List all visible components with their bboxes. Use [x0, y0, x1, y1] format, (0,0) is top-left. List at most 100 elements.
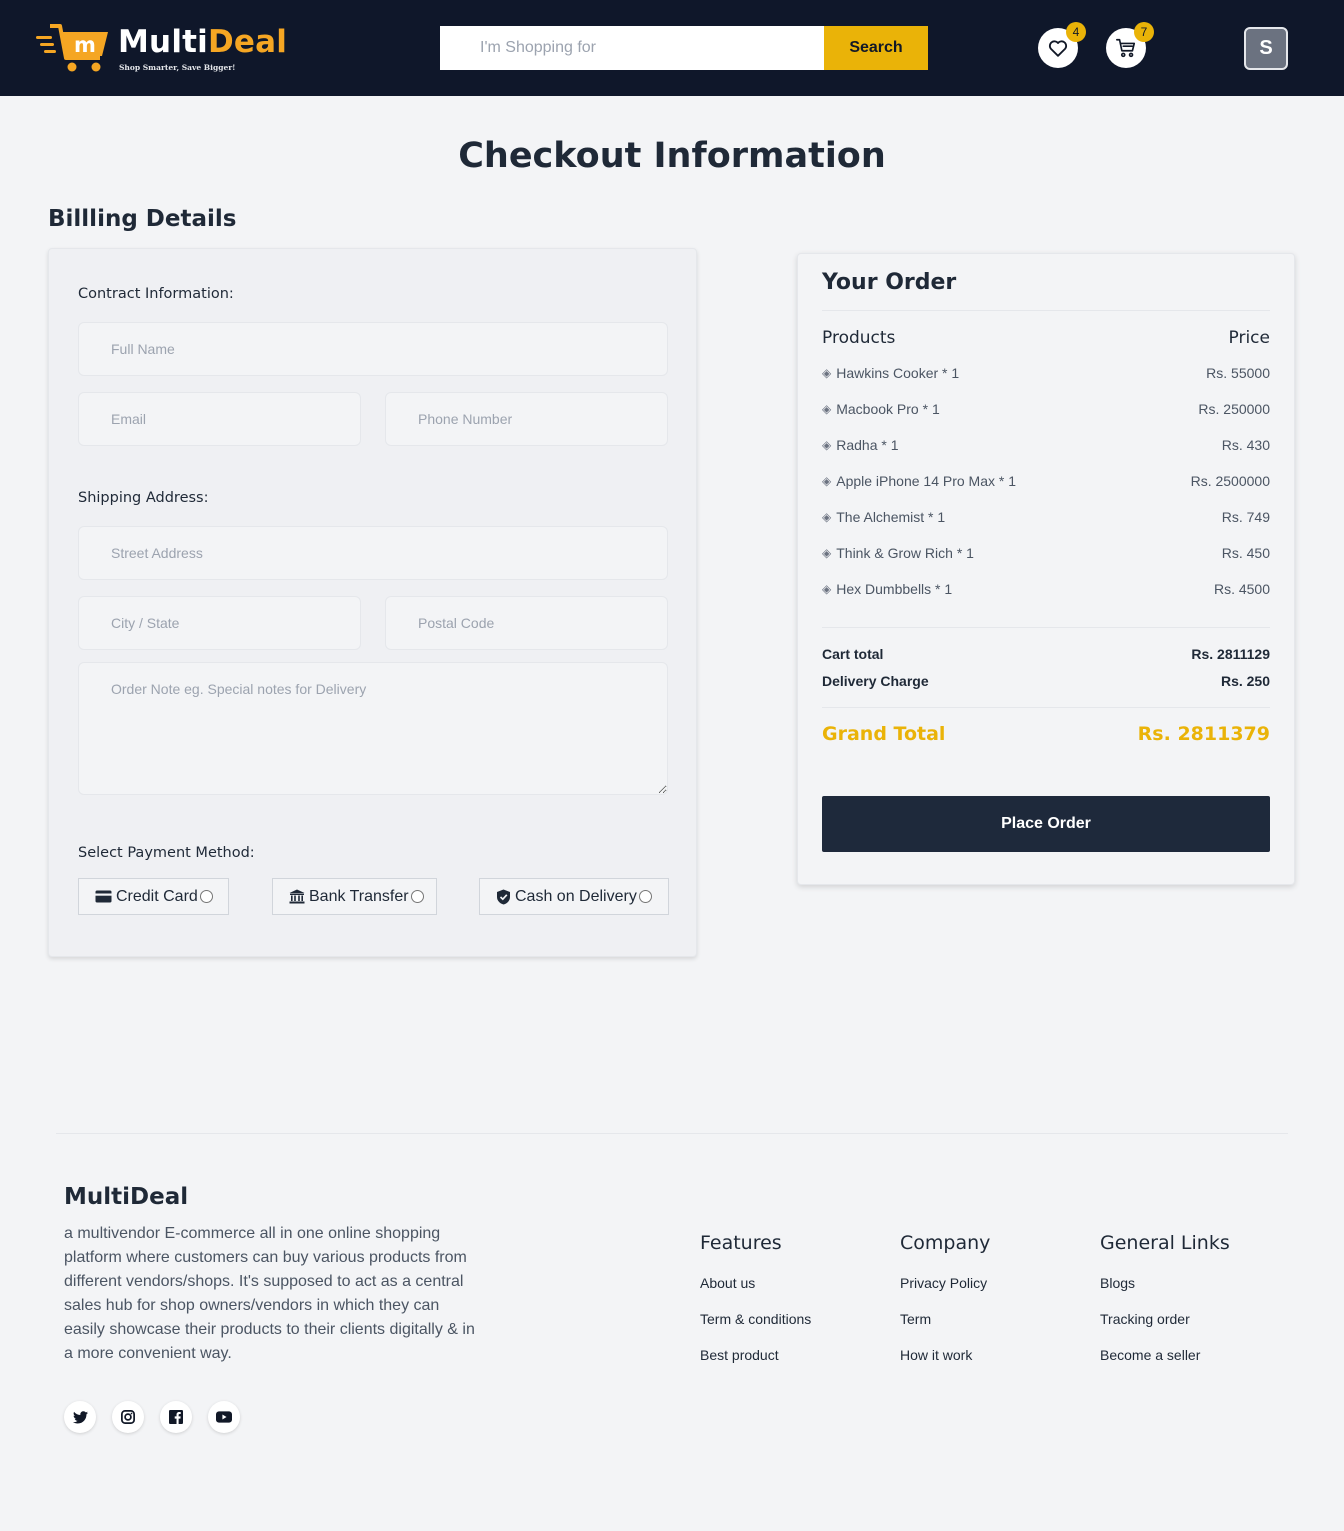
order-item-name: ◈ Hex Dumbbells * 1: [822, 581, 952, 597]
svg-text:m: m: [74, 33, 96, 57]
order-item-label: Hawkins Cooker * 1: [836, 365, 960, 381]
payment-method-label: Select Payment Method:: [78, 845, 255, 861]
divider: [822, 707, 1270, 708]
footer-description: a multivendor E-commerce all in one onli…: [64, 1225, 475, 1362]
cash-on-delivery-radio[interactable]: [638, 890, 652, 903]
footer-link[interactable]: Term: [900, 1311, 931, 1327]
cart-count-badge: 7: [1134, 22, 1154, 42]
logo-tagline: Shop Smarter, Save Bigger!: [119, 63, 236, 72]
footer-column-title: General Links: [1100, 1232, 1230, 1254]
footer-link[interactable]: About us: [700, 1275, 755, 1291]
twitter-icon: [72, 1410, 88, 1423]
footer-brand: MultiDeal: [64, 1184, 189, 1210]
logo-part-multi: Multi: [118, 24, 208, 60]
diamond-icon: ◈: [822, 366, 832, 380]
footer-link[interactable]: Become a seller: [1100, 1347, 1200, 1363]
logo-part-deal: Deal: [208, 24, 288, 60]
diamond-icon: ◈: [822, 402, 832, 416]
instagram-link[interactable]: [112, 1401, 144, 1433]
diamond-icon: ◈: [822, 510, 832, 524]
top-navbar: m MultiDeal Shop Smarter, Save Bigger! S…: [0, 0, 1344, 96]
cart-total-row: Cart total Rs. 2811129: [822, 646, 1270, 662]
twitter-link[interactable]: [64, 1401, 96, 1433]
order-item-label: Macbook Pro * 1: [836, 401, 940, 417]
site-logo[interactable]: m MultiDeal Shop Smarter, Save Bigger!: [36, 20, 316, 76]
credit-card-icon: [95, 890, 112, 903]
bank-transfer-radio[interactable]: [410, 890, 424, 903]
footer-link[interactable]: Tracking order: [1100, 1311, 1190, 1327]
city-state-field[interactable]: [78, 596, 361, 650]
facebook-link[interactable]: [160, 1401, 192, 1433]
delivery-charge-label: Delivery Charge: [822, 673, 929, 689]
order-item-price: Rs. 55000: [1206, 365, 1270, 381]
cart-total-value: Rs. 2811129: [1191, 646, 1270, 662]
search-bar: Search: [440, 26, 928, 70]
footer-link[interactable]: Term & conditions: [700, 1311, 811, 1327]
order-item-row: ◈ Hex Dumbbells * 1 Rs. 4500: [822, 581, 1270, 601]
instagram-icon: [121, 1410, 135, 1424]
order-item-name: ◈ Think & Grow Rich * 1: [822, 545, 974, 561]
footer-link[interactable]: Best product: [700, 1347, 779, 1363]
search-button[interactable]: Search: [824, 26, 928, 70]
order-item-price: Rs. 749: [1221, 509, 1270, 525]
credit-card-radio[interactable]: [199, 890, 213, 903]
payment-option-credit-card[interactable]: Credit Card: [78, 878, 229, 915]
heart-icon: [1048, 40, 1068, 57]
bank-icon: [289, 889, 305, 904]
cart-total-label: Cart total: [822, 646, 884, 662]
grand-total-label: Grand Total: [822, 723, 946, 745]
order-item-label: Radha * 1: [836, 437, 899, 453]
order-item-name: ◈ The Alchemist * 1: [822, 509, 945, 525]
phone-field[interactable]: [385, 392, 668, 446]
payment-option-cash-on-delivery[interactable]: Cash on Delivery: [479, 878, 669, 915]
footer-column-title: Features: [700, 1232, 782, 1254]
order-note-field[interactable]: [78, 662, 668, 795]
postal-code-field[interactable]: [385, 596, 668, 650]
payment-option-bank-transfer[interactable]: Bank Transfer: [272, 878, 437, 915]
footer-divider: [56, 1133, 1288, 1134]
contact-info-label: Contract Information:: [78, 286, 234, 302]
footer-link[interactable]: Privacy Policy: [900, 1275, 987, 1291]
order-summary: Your Order Products Price ◈ Hawkins Cooke…: [797, 253, 1295, 885]
shipping-address-label: Shipping Address:: [78, 490, 209, 506]
price-column-header: Price: [1228, 328, 1270, 348]
order-item-row: ◈ Macbook Pro * 1 Rs. 250000: [822, 401, 1270, 421]
delivery-charge-value: Rs. 250: [1220, 673, 1270, 689]
divider: [822, 627, 1270, 628]
place-order-button[interactable]: Place Order: [822, 796, 1270, 852]
order-title: Your Order: [822, 270, 957, 295]
cart-button[interactable]: 7: [1106, 22, 1154, 68]
order-item-name: ◈ Radha * 1: [822, 437, 899, 453]
order-item-row: ◈ Apple iPhone 14 Pro Max * 1 Rs. 2500000: [822, 473, 1270, 493]
payment-option-label: Credit Card: [116, 887, 198, 905]
full-name-field[interactable]: [78, 322, 668, 376]
grand-total-row: Grand Total Rs. 2811379: [822, 723, 1270, 745]
footer-link[interactable]: Blogs: [1100, 1275, 1135, 1291]
cart-icon: [1116, 38, 1136, 58]
delivery-charge-row: Delivery Charge Rs. 250: [822, 673, 1270, 689]
order-item-row: ◈ Think & Grow Rich * 1 Rs. 450: [822, 545, 1270, 565]
youtube-icon: [216, 1411, 232, 1423]
diamond-icon: ◈: [822, 474, 832, 488]
diamond-icon: ◈: [822, 582, 832, 596]
user-avatar[interactable]: S: [1244, 27, 1288, 70]
diamond-icon: ◈: [822, 546, 832, 560]
youtube-link[interactable]: [208, 1401, 240, 1433]
search-input[interactable]: [440, 26, 824, 70]
street-address-field[interactable]: [78, 526, 668, 580]
footer-link[interactable]: How it work: [900, 1347, 972, 1363]
divider: [822, 310, 1270, 311]
order-item-price: Rs. 450: [1221, 545, 1270, 561]
payment-option-label: Cash on Delivery: [515, 887, 637, 905]
order-item-label: Hex Dumbbells * 1: [836, 581, 953, 597]
order-item-label: Think & Grow Rich * 1: [836, 545, 974, 561]
order-item-price: Rs. 2500000: [1190, 473, 1270, 489]
email-field[interactable]: [78, 392, 361, 446]
shield-check-icon: [496, 889, 511, 905]
products-column-header: Products: [822, 328, 896, 348]
order-item-row: ◈ Radha * 1 Rs. 430: [822, 437, 1270, 457]
billing-form: Contract Information: Shipping Address: …: [48, 248, 697, 957]
diamond-icon: ◈: [822, 438, 832, 452]
footer-column-title: Company: [900, 1232, 991, 1254]
wishlist-button[interactable]: 4: [1038, 22, 1086, 68]
